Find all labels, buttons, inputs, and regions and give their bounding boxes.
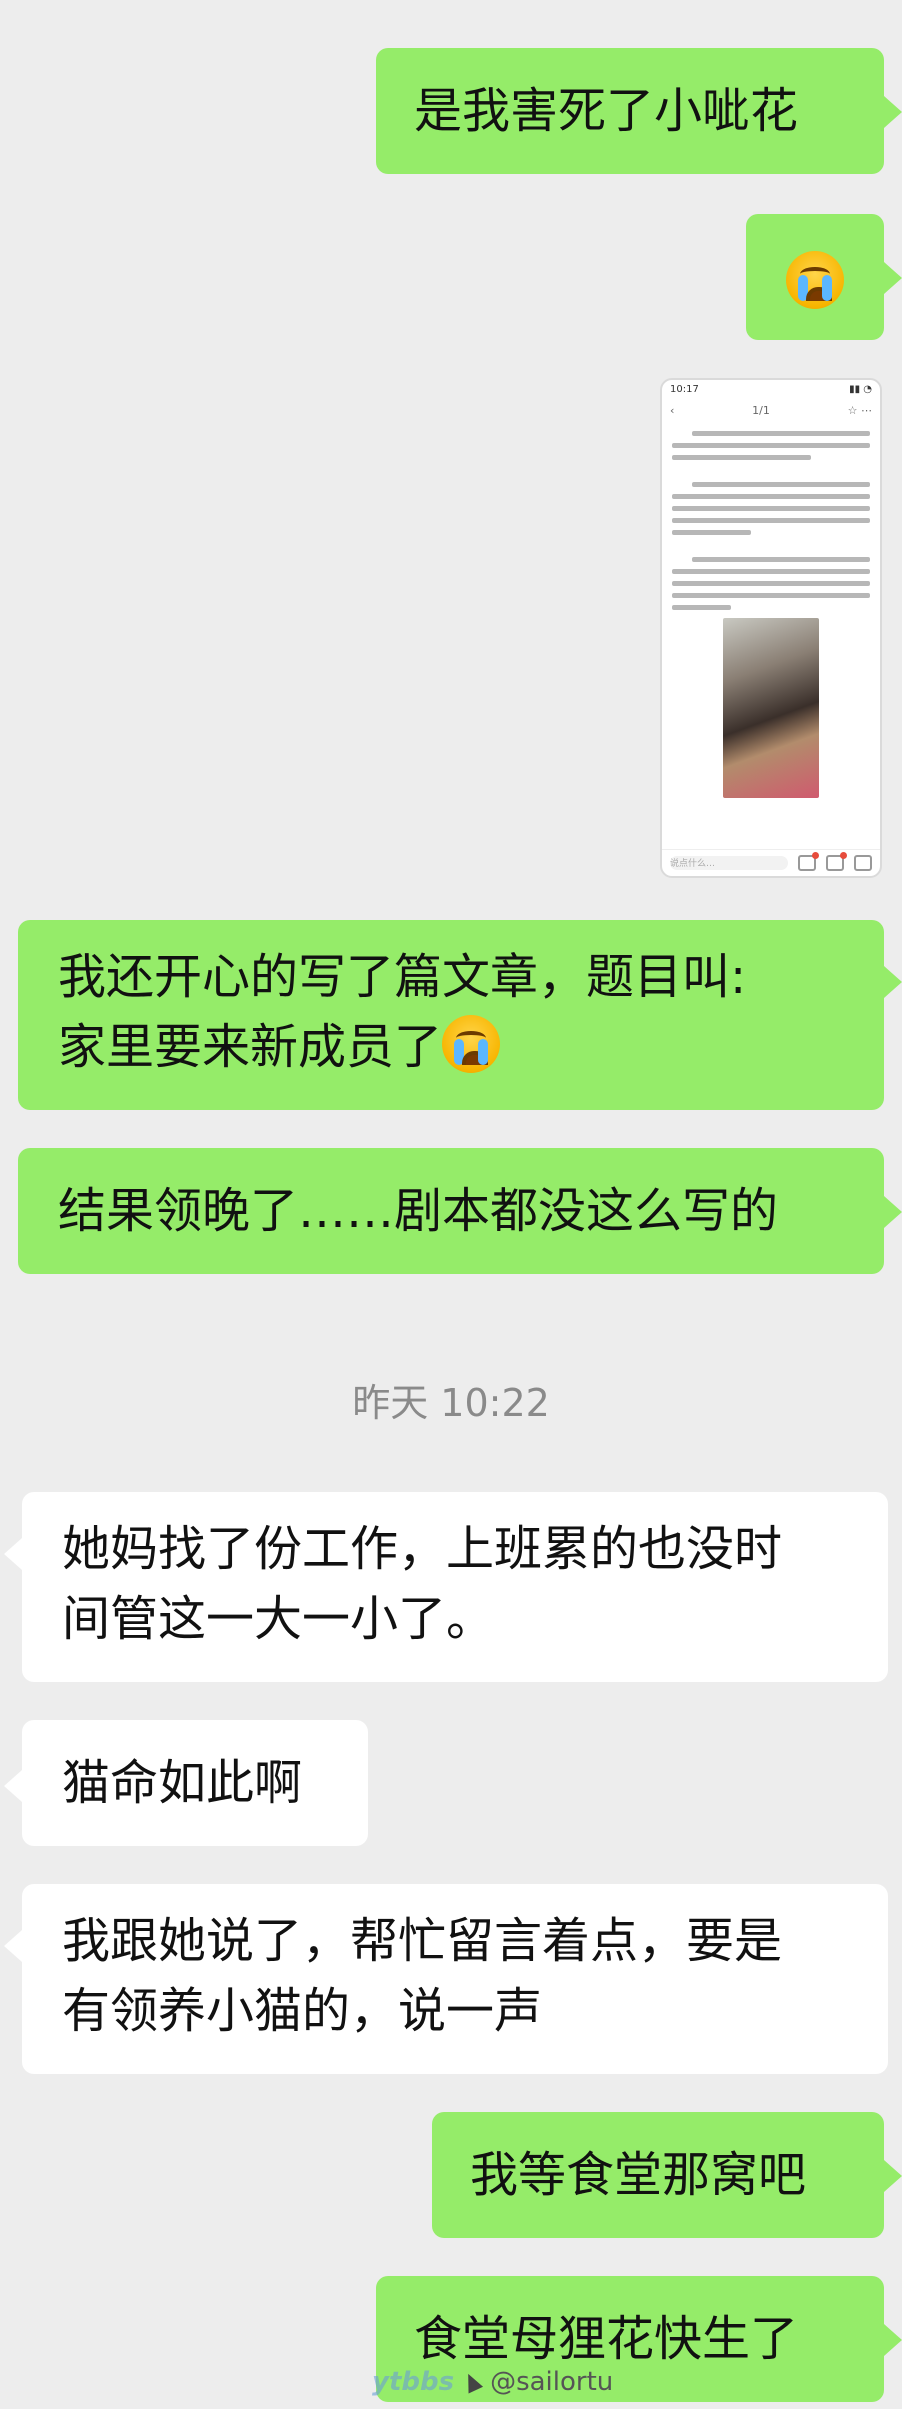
screenshot-footer: 说点什么… [662, 849, 880, 876]
message-text: 我等食堂那窝吧 [470, 2147, 807, 2203]
bubble-tail [884, 2160, 902, 2192]
more-icon: ☆ ⋯ [847, 403, 872, 417]
message-bubble[interactable] [746, 214, 884, 340]
message-text: 我还开心的写了篇文章，题目叫: [58, 949, 747, 1005]
message-bubble[interactable]: 结果领晚了……剧本都没这么写的 [18, 1148, 884, 1274]
message-bubble[interactable]: 我等食堂那窝吧 [432, 2112, 884, 2238]
bubble-tail [884, 966, 902, 998]
message-text-line2: 间管这一大一小了。 [62, 1591, 495, 1647]
bubble-tail [4, 1770, 22, 1802]
message-bubble[interactable]: 我还开心的写了篇文章，题目叫: 家里要来新成员了 [18, 920, 884, 1110]
image-message-screenshot[interactable]: 10:17 ▮▮ ◔ ‹ 1/1 ☆ ⋯ 说点什么… [660, 378, 882, 878]
bubble-tail [884, 1196, 902, 1228]
screenshot-nav-bar: ‹ 1/1 ☆ ⋯ [670, 403, 872, 417]
watermark-logo: ytbbs [372, 2367, 455, 2397]
message-text: 我跟她说了，帮忙留言着点，要是 [62, 1913, 783, 1969]
bubble-tail [4, 1930, 22, 1962]
message-text: 猫命如此啊 [62, 1755, 303, 1811]
comment-icon [798, 852, 819, 871]
screenshot-status-bar: 10:17 ▮▮ ◔ [670, 383, 872, 395]
share-icon [854, 855, 872, 871]
cursor-icon [461, 2370, 484, 2394]
message-text-line2: 有领养小猫的，说一声 [62, 1983, 543, 2039]
crying-emoji-icon [786, 251, 844, 309]
like-icon [826, 852, 847, 871]
message-text-line2: 家里要来新成员了 [58, 1012, 884, 1082]
bubble-tail [884, 2324, 902, 2356]
bubble-tail [884, 262, 902, 294]
message-bubble[interactable]: 我跟她说了，帮忙留言着点，要是 有领养小猫的，说一声 [22, 1884, 888, 2074]
message-bubble[interactable]: 是我害死了小呲花 [376, 48, 884, 174]
message-bubble[interactable]: 她妈找了份工作，上班累的也没时 间管这一大一小了。 [22, 1492, 888, 1682]
message-bubble[interactable]: 猫命如此啊 [22, 1720, 368, 1846]
message-text: 结果领晚了……剧本都没这么写的 [58, 1183, 779, 1239]
watermark: ytbbs @sailortu [372, 2362, 613, 2402]
chat-timestamp: 昨天 10:22 [352, 1381, 550, 1425]
back-icon: ‹ [670, 403, 675, 417]
crying-emoji-icon [442, 1015, 501, 1073]
screenshot-article [662, 422, 880, 800]
bubble-tail [884, 96, 902, 128]
message-text: 食堂母狸花快生了 [414, 2311, 799, 2367]
watermark-user: @sailortu [490, 2367, 614, 2397]
kitten-photo [723, 618, 819, 798]
bubble-tail [4, 1538, 22, 1570]
message-text: 是我害死了小呲花 [414, 83, 799, 139]
message-text: 她妈找了份工作，上班累的也没时 [62, 1521, 783, 1577]
